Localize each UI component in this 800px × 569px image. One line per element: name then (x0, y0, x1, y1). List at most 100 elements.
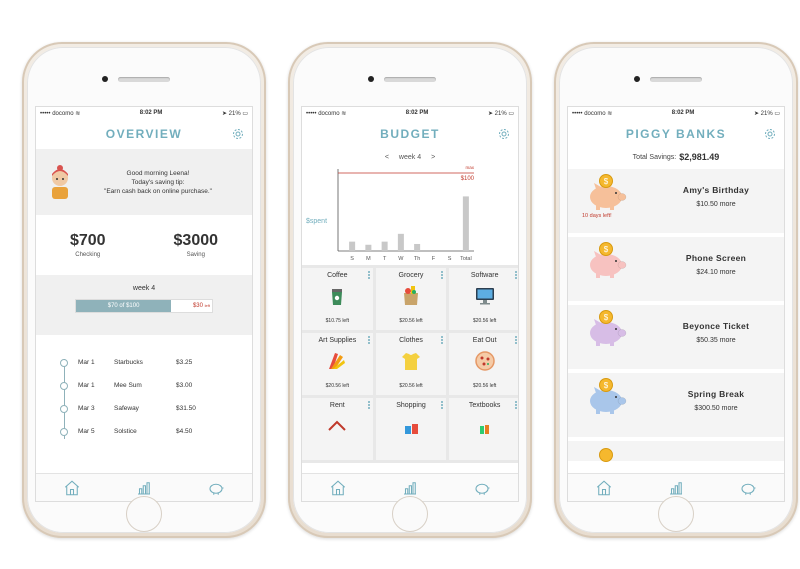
x-tick-label: S (350, 256, 354, 262)
category-name: Shopping (396, 402, 426, 409)
status-bar: ••••• docomo ≋ 8:02 PM ➤ 21% ▭ (36, 107, 252, 119)
page-title: PIGGY BANKS (625, 127, 727, 141)
transaction-amount: $3.00 (176, 382, 193, 389)
category-name: Clothes (399, 337, 423, 344)
more-options-icon[interactable] (367, 401, 370, 410)
category-tile[interactable]: Software $20.56 left (449, 268, 518, 330)
gear-icon[interactable] (764, 128, 776, 140)
status-bar: ••••• docomo ≋ 8:02 PM ➤ 21% ▭ (302, 107, 518, 119)
transaction-date: Mar 3 (78, 405, 95, 412)
more-options-icon[interactable] (441, 401, 444, 410)
battery-icon: ▭ (508, 110, 514, 117)
bar (414, 243, 421, 251)
category-tile[interactable]: Rent (302, 398, 373, 460)
category-tile[interactable]: Coffee $10.75 left (302, 268, 373, 330)
clock: 8:02 PM (671, 110, 695, 116)
prev-week-button[interactable]: < (385, 154, 389, 161)
greeting-text: Good morning Leena! (126, 169, 190, 177)
category-tile[interactable]: Clothes $20.56 left (375, 333, 447, 395)
piggy-tab-icon[interactable] (207, 479, 225, 497)
more-options-icon[interactable] (514, 401, 517, 410)
transaction-row[interactable]: Mar 3 Safeway $31.50 (36, 397, 252, 420)
piggy-bank-icon: $ (590, 310, 627, 346)
shopping-icon (404, 424, 418, 434)
piggy-bank-list: $ Amy's Birthday $10.50 more 10 days left! $… (568, 169, 784, 462)
home-tab-icon[interactable] (595, 479, 613, 497)
category-name: Software (470, 272, 499, 279)
home-button[interactable] (126, 496, 162, 532)
checking-label: Checking (75, 252, 101, 258)
gear-icon[interactable] (498, 128, 510, 140)
piggy-bank-card[interactable]: $ Amy's Birthday $10.50 more 10 days left! (568, 169, 784, 233)
speaker-grill (384, 77, 436, 82)
category-name: Textbooks (468, 402, 501, 409)
piggy-bank-icon: $ (590, 174, 627, 210)
checking-balance[interactable]: $700 Checking (70, 232, 106, 258)
remaining-amount: $30 (192, 303, 203, 309)
timeline-node (60, 427, 68, 436)
more-options-icon[interactable] (367, 336, 370, 345)
chart-tab-icon[interactable] (135, 479, 153, 497)
grocery-bag-icon (403, 286, 418, 305)
overview-screen: ••••• docomo ≋ 8:02 PM ➤ 21% ▭ OVERVIEW … (35, 106, 253, 502)
transaction-row[interactable]: Mar 1 Starbucks $3.25 (36, 351, 252, 374)
category-grid: Coffee $10.75 left Grocery $20.56 left Softw… (302, 265, 518, 463)
piggy-bank-card[interactable]: $ Beyonce Ticket $50.35 more (568, 305, 784, 369)
more-options-icon[interactable] (514, 271, 517, 280)
phone-top (288, 70, 532, 100)
category-tile[interactable]: Shopping (375, 398, 447, 460)
week-label: week 4 (132, 285, 156, 292)
bar (365, 244, 372, 251)
coffee-cup-icon (332, 289, 343, 305)
remaining-suffix: left (204, 303, 210, 308)
more-options-icon[interactable] (514, 336, 517, 345)
category-name: Rent (329, 402, 345, 409)
more-options-icon[interactable] (441, 336, 444, 345)
piggy-bank-card-partial[interactable] (568, 441, 784, 462)
battery-icon: ▭ (774, 110, 780, 117)
wifi-icon: ≋ (607, 110, 613, 117)
next-week-button[interactable]: > (431, 154, 435, 161)
home-button[interactable] (658, 496, 694, 532)
greeting-card: Good morning Leena! Today's saving tip: … (36, 149, 252, 215)
chart-tab-icon[interactable] (401, 479, 419, 497)
saving-balance[interactable]: $3000 Saving (174, 232, 219, 258)
svg-text:$: $ (604, 245, 609, 254)
pizza-icon (474, 351, 495, 371)
more-options-icon[interactable] (441, 271, 444, 280)
transaction-row[interactable]: Mar 5 Solstice $4.50 (36, 420, 252, 443)
piggy-tab-icon[interactable] (739, 479, 757, 497)
tip-label: Today's saving tip: (131, 178, 185, 186)
house-icon (328, 420, 347, 431)
progress-remaining: $30 left (193, 300, 210, 312)
signal-icon: ••••• (572, 110, 583, 117)
category-tile[interactable]: Eat Out $20.56 left (449, 333, 518, 395)
category-name: Coffee (327, 272, 348, 279)
timeline-node (60, 358, 68, 367)
category-name: Art Supplies (318, 337, 357, 344)
budget-progress-bar[interactable]: $70 of $100 $30 left (75, 299, 213, 313)
category-tile[interactable]: Grocery $20.56 left (375, 268, 447, 330)
transaction-date: Mar 1 (78, 359, 95, 366)
category-tile[interactable]: Textbooks (449, 398, 518, 460)
piggy-tab-icon[interactable] (473, 479, 491, 497)
x-tick-label: T (383, 256, 387, 262)
piggy-bank-deadline: 10 days left! (582, 213, 612, 219)
chart-tab-icon[interactable] (667, 479, 685, 497)
gear-icon[interactable] (232, 128, 244, 140)
saving-value: $3000 (173, 232, 219, 249)
weekly-budget: week 4 $70 of $100 $30 left (36, 275, 252, 335)
home-tab-icon[interactable] (329, 479, 347, 497)
piggy-bank-card[interactable]: $ Phone Screen $24.10 more (568, 237, 784, 301)
piggy-bank-card[interactable]: $ Spring Break $300.50 more (568, 373, 784, 437)
transaction-row[interactable]: Mar 1 Mee Sum $3.00 (36, 374, 252, 397)
clock: 8:02 PM (405, 110, 429, 116)
piggy-bank-icon: $ (590, 378, 627, 414)
week-navigator: < week 4 > (302, 149, 518, 165)
home-button[interactable] (392, 496, 428, 532)
piggy-bank-name: Phone Screen (685, 253, 747, 263)
home-tab-icon[interactable] (63, 479, 81, 497)
category-tile[interactable]: Art Supplies $20.56 left (302, 333, 373, 395)
more-options-icon[interactable] (367, 271, 370, 280)
clock: 8:02 PM (139, 110, 163, 116)
